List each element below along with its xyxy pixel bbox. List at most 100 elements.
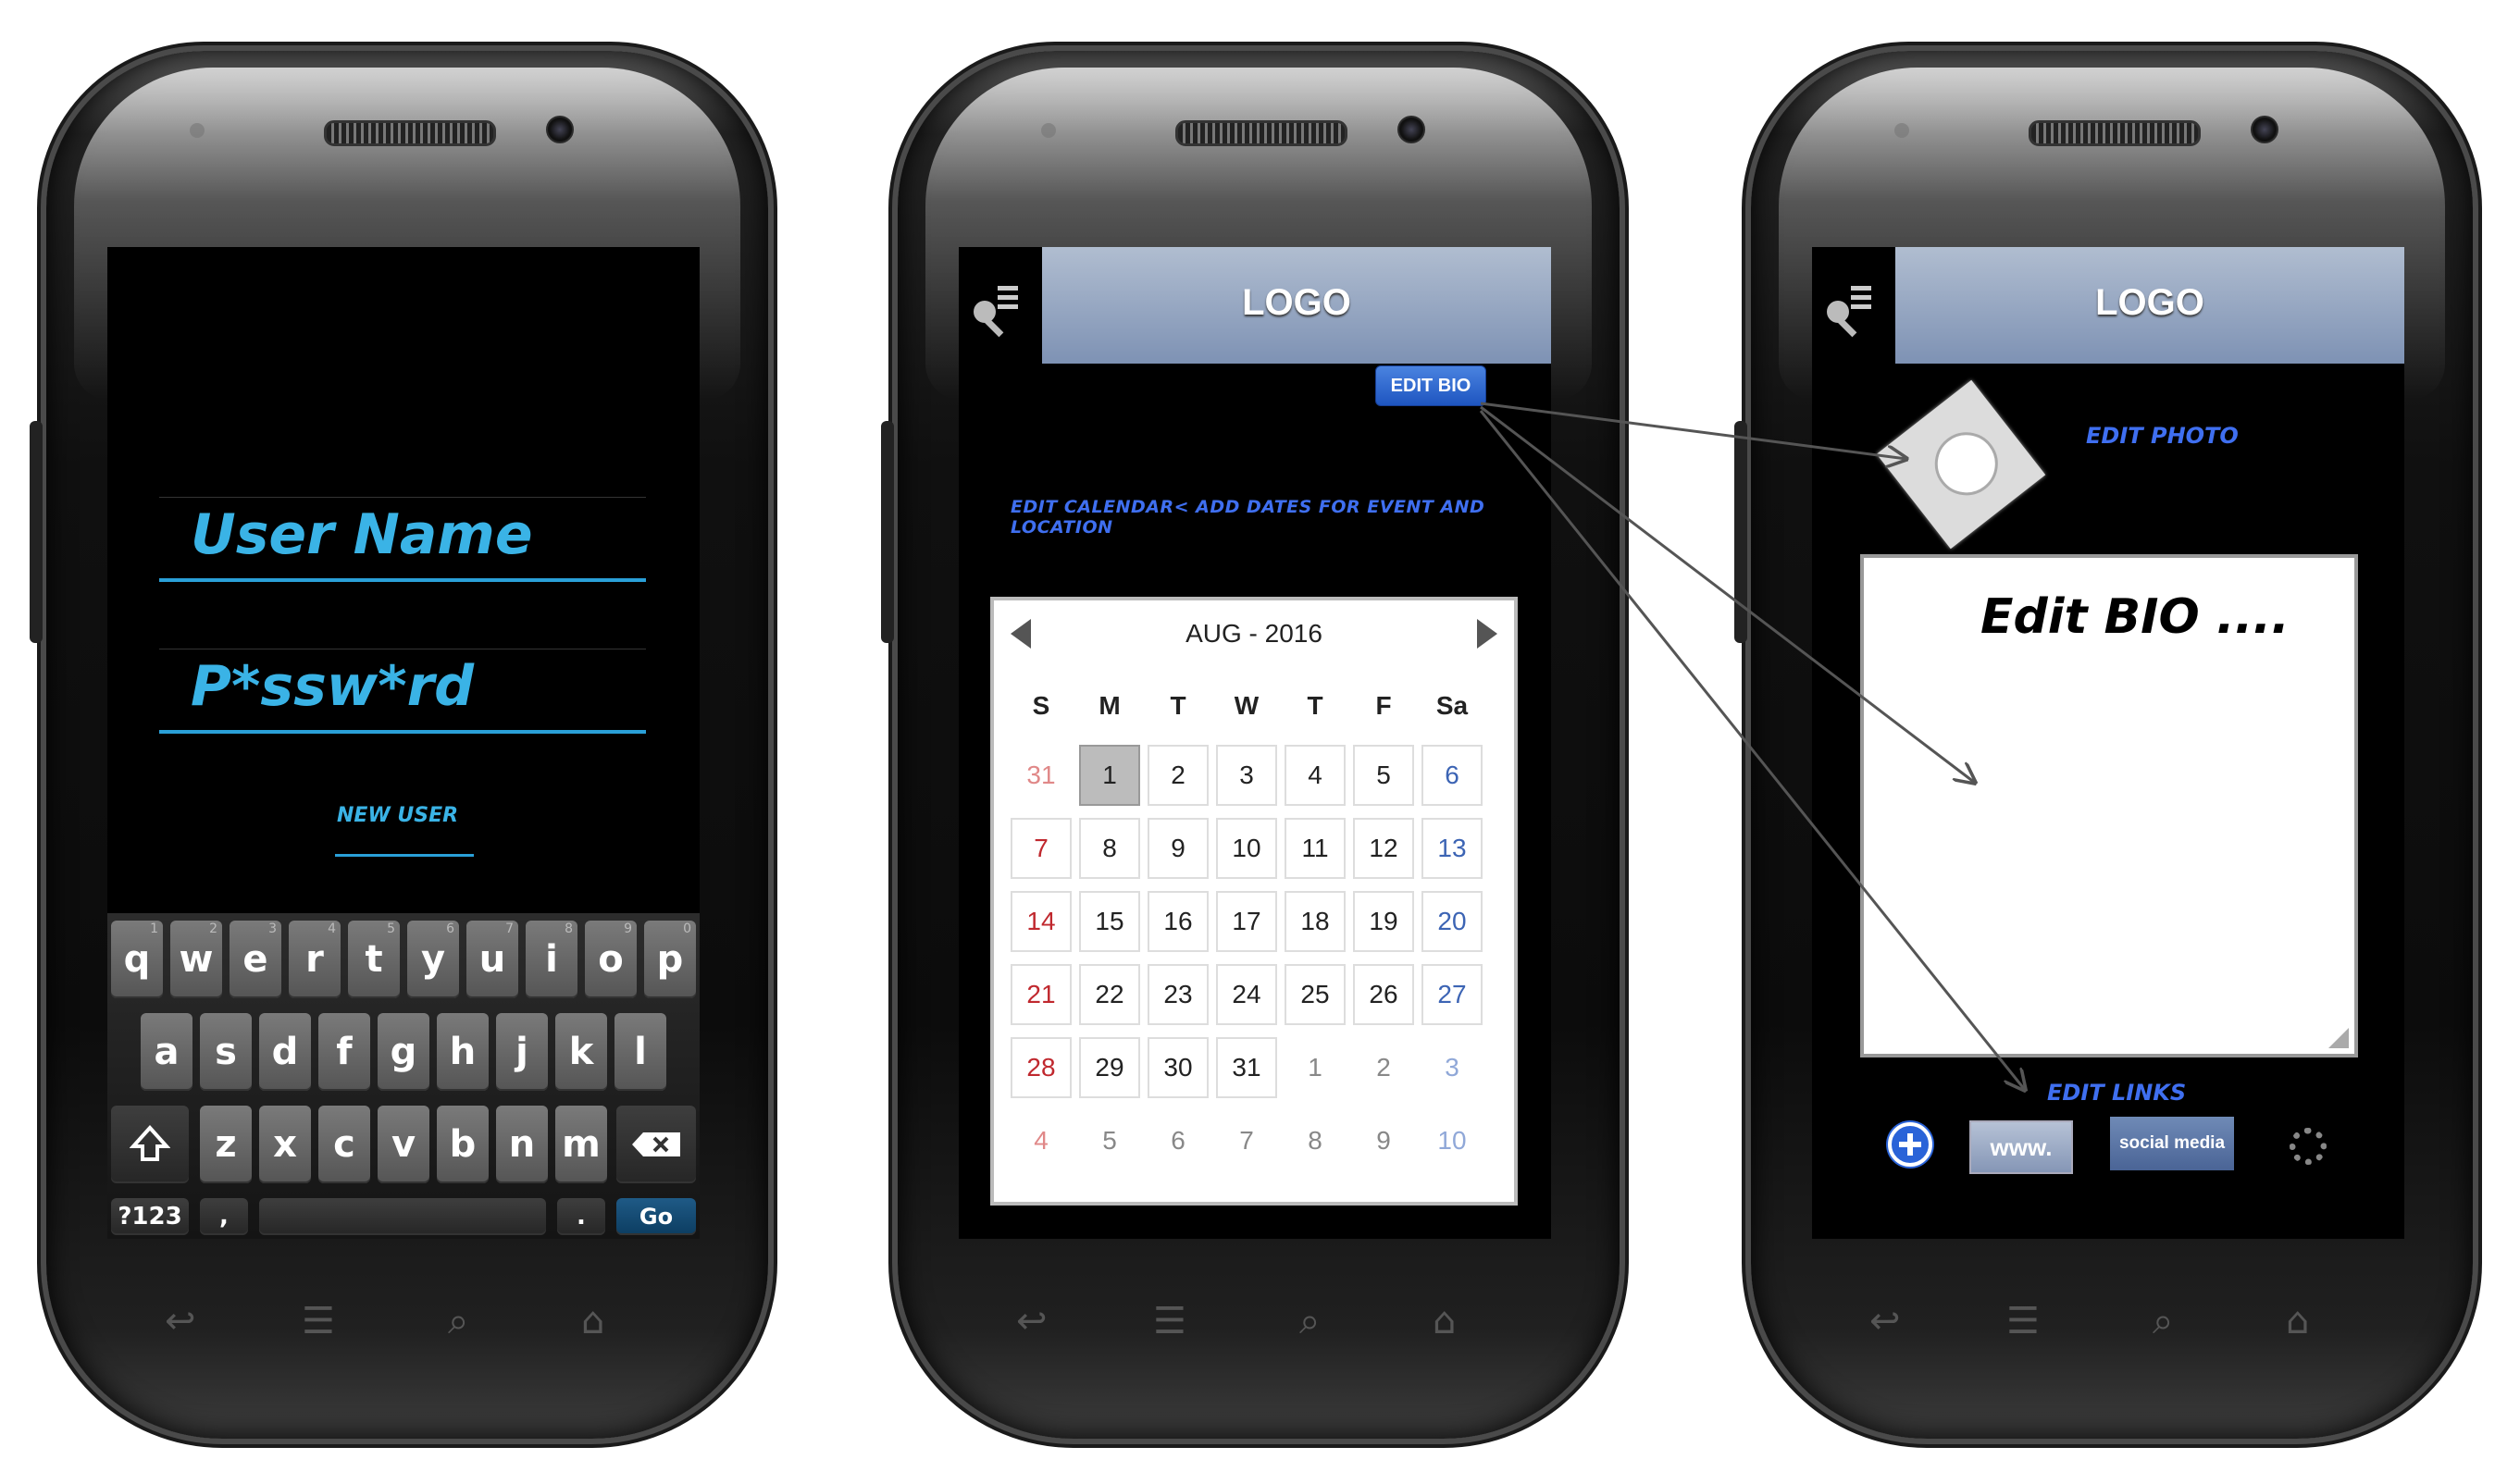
new-user-link[interactable]: NEW USER [337, 804, 458, 827]
key-e[interactable]: e3 [230, 921, 281, 998]
calendar-day[interactable]: 26 [1353, 964, 1414, 1025]
calendar-day[interactable]: 10 [1421, 1110, 1483, 1171]
key-v[interactable]: v [378, 1106, 429, 1183]
key-t[interactable]: t5 [348, 921, 400, 998]
menu-lines-icon[interactable]: ☰ [1153, 1298, 1186, 1344]
calendar-day[interactable]: 20 [1421, 891, 1483, 952]
calendar-day[interactable]: 6 [1421, 745, 1483, 806]
key-z[interactable]: z [200, 1106, 252, 1183]
username-input[interactable]: User Name [191, 502, 533, 567]
password-input[interactable]: P*ssw*rd [191, 654, 474, 719]
home-icon[interactable]: ⌂ [581, 1298, 604, 1344]
calendar-day[interactable]: 19 [1353, 891, 1414, 952]
key-menu-button[interactable] [1812, 247, 1895, 364]
key-o[interactable]: o9 [585, 921, 637, 998]
key-w[interactable]: w2 [170, 921, 222, 998]
key-f[interactable]: f [318, 1013, 370, 1091]
www-link-button[interactable]: www. [1969, 1120, 2073, 1174]
key-p[interactable]: p0 [644, 921, 696, 998]
calendar-day[interactable]: 27 [1421, 964, 1483, 1025]
calendar-day[interactable]: 5 [1079, 1110, 1140, 1171]
plus-circle-icon[interactable] [1888, 1122, 1932, 1167]
calendar-day[interactable]: 3 [1421, 1037, 1483, 1098]
key-h[interactable]: h [437, 1013, 489, 1091]
calendar-day[interactable]: 1 [1079, 745, 1140, 806]
go-key[interactable]: Go [616, 1198, 696, 1235]
key-k[interactable]: k [555, 1013, 607, 1091]
symbols-key[interactable]: ?123 [111, 1198, 189, 1235]
social-media-button[interactable]: social media [2110, 1117, 2234, 1170]
calendar-day[interactable]: 9 [1353, 1110, 1414, 1171]
home-icon[interactable]: ⌂ [2286, 1298, 2309, 1344]
calendar-day[interactable]: 1 [1285, 1037, 1346, 1098]
bio-textarea[interactable]: Edit BIO .... [1860, 554, 2358, 1057]
calendar-day[interactable]: 7 [1216, 1110, 1277, 1171]
key-l[interactable]: l [614, 1013, 666, 1091]
calendar-day[interactable]: 21 [1011, 964, 1072, 1025]
calendar-day[interactable]: 31 [1011, 745, 1072, 806]
calendar-day[interactable]: 3 [1216, 745, 1277, 806]
calendar-day[interactable]: 12 [1353, 818, 1414, 879]
calendar-day[interactable]: 2 [1148, 745, 1209, 806]
search-icon[interactable]: ⌕ [2153, 1298, 2173, 1344]
key-d[interactable]: d [259, 1013, 311, 1091]
period-key[interactable]: . [557, 1198, 605, 1235]
calendar-day[interactable]: 25 [1285, 964, 1346, 1025]
back-icon[interactable]: ↩ [1016, 1298, 1048, 1344]
calendar-day[interactable]: 8 [1285, 1110, 1346, 1171]
key-y[interactable]: y6 [407, 921, 459, 998]
calendar-day[interactable]: 22 [1079, 964, 1140, 1025]
calendar-day[interactable]: 6 [1148, 1110, 1209, 1171]
calendar-day[interactable]: 5 [1353, 745, 1414, 806]
key-i[interactable]: i8 [526, 921, 577, 998]
calendar-day[interactable]: 13 [1421, 818, 1483, 879]
calendar-day[interactable]: 17 [1216, 891, 1277, 952]
key-s[interactable]: s [200, 1013, 252, 1091]
edit-photo-label[interactable]: EDIT PHOTO [2086, 423, 2239, 449]
key-u[interactable]: u7 [466, 921, 518, 998]
key-menu-button[interactable] [959, 247, 1042, 364]
key-c[interactable]: c [318, 1106, 370, 1183]
comma-key[interactable]: , [200, 1198, 248, 1235]
calendar-day[interactable]: 31 [1216, 1037, 1277, 1098]
back-icon[interactable]: ↩ [165, 1298, 196, 1344]
key-m[interactable]: m [555, 1106, 607, 1183]
calendar-day[interactable]: 30 [1148, 1037, 1209, 1098]
spacebar-key[interactable] [259, 1198, 546, 1235]
key-x[interactable]: x [259, 1106, 311, 1183]
calendar-day[interactable]: 24 [1216, 964, 1277, 1025]
home-icon[interactable]: ⌂ [1433, 1298, 1456, 1344]
edit-bio-button[interactable]: EDIT BIO [1375, 365, 1486, 406]
key-j[interactable]: j [496, 1013, 548, 1091]
calendar-day[interactable]: 15 [1079, 891, 1140, 952]
menu-lines-icon[interactable]: ☰ [302, 1298, 335, 1344]
calendar-day[interactable]: 28 [1011, 1037, 1072, 1098]
calendar-day[interactable]: 29 [1079, 1037, 1140, 1098]
shift-key[interactable] [111, 1106, 189, 1183]
profile-photo[interactable] [1876, 379, 2046, 550]
key-b[interactable]: b [437, 1106, 489, 1183]
back-icon[interactable]: ↩ [1869, 1298, 1901, 1344]
calendar-day[interactable]: 23 [1148, 964, 1209, 1025]
calendar-day[interactable]: 18 [1285, 891, 1346, 952]
next-month-icon[interactable] [1477, 619, 1497, 649]
key-a[interactable]: a [141, 1013, 192, 1091]
calendar-day[interactable]: 4 [1011, 1110, 1072, 1171]
key-q[interactable]: q1 [111, 921, 163, 998]
calendar-day[interactable]: 2 [1353, 1037, 1414, 1098]
search-icon[interactable]: ⌕ [1299, 1298, 1320, 1344]
calendar-day[interactable]: 10 [1216, 818, 1277, 879]
calendar-day[interactable]: 7 [1011, 818, 1072, 879]
calendar-day[interactable]: 4 [1285, 745, 1346, 806]
menu-lines-icon[interactable]: ☰ [2006, 1298, 2040, 1344]
calendar-day[interactable]: 14 [1011, 891, 1072, 952]
backspace-key[interactable] [616, 1106, 696, 1183]
key-n[interactable]: n [496, 1106, 548, 1183]
resize-handle-icon[interactable] [2328, 1028, 2349, 1048]
calendar-day[interactable]: 9 [1148, 818, 1209, 879]
key-g[interactable]: g [378, 1013, 429, 1091]
calendar-day[interactable]: 16 [1148, 891, 1209, 952]
key-r[interactable]: r4 [289, 921, 341, 998]
calendar-day[interactable]: 11 [1285, 818, 1346, 879]
calendar-day[interactable]: 8 [1079, 818, 1140, 879]
